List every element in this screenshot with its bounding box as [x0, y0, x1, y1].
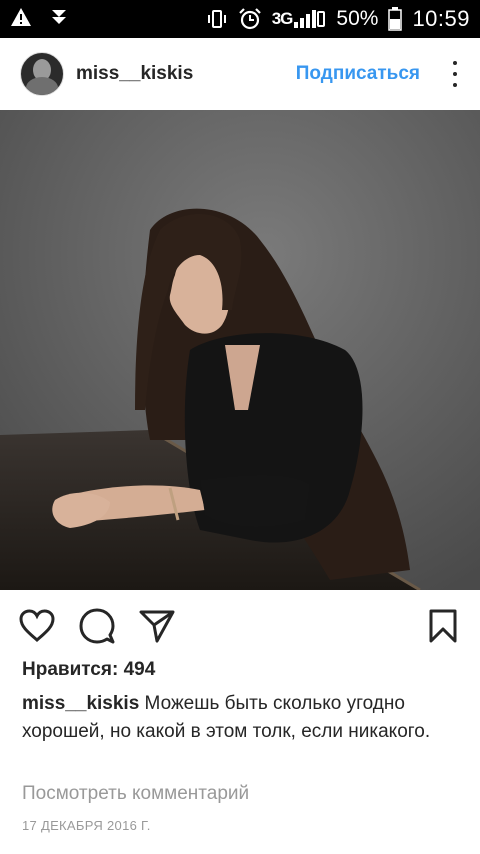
more-dot	[453, 61, 457, 65]
status-bar-right: 3G 50% 10:59	[206, 6, 470, 32]
likes-count[interactable]: Нравится: 494	[22, 659, 155, 681]
follow-button[interactable]: Подписаться	[296, 63, 420, 85]
battery-icon	[388, 7, 403, 31]
signal-icon: 3G	[272, 8, 327, 30]
post-photo[interactable]	[0, 110, 480, 590]
post-date: 17 ДЕКАБРЯ 2016 Г.	[22, 818, 151, 833]
status-bar-left	[10, 7, 68, 32]
post-caption: miss__kiskis Можешь быть сколько угодно …	[22, 690, 462, 746]
more-dot	[453, 72, 457, 76]
more-dot	[453, 83, 457, 87]
comment-icon[interactable]	[78, 607, 116, 645]
post-username[interactable]: miss__kiskis	[76, 63, 193, 85]
caption-username[interactable]: miss__kiskis	[22, 693, 139, 714]
status-time: 10:59	[412, 6, 470, 31]
view-comments-link[interactable]: Посмотреть комментарий	[22, 783, 249, 805]
post-photo-image	[0, 110, 480, 590]
post-header: miss__kiskis Подписаться	[0, 38, 480, 110]
share-icon[interactable]	[138, 607, 176, 645]
network-type: 3G	[271, 9, 294, 28]
vibrate-icon	[206, 8, 228, 30]
more-options-icon[interactable]	[450, 61, 460, 87]
battery-percent: 50%	[336, 7, 379, 30]
avatar[interactable]	[20, 52, 64, 96]
alarm-icon	[238, 8, 262, 30]
heart-icon[interactable]	[18, 607, 56, 645]
post-actions	[0, 598, 480, 654]
warning-icon	[10, 7, 32, 32]
status-bar: 3G 50% 10:59	[0, 0, 480, 38]
bookmark-icon[interactable]	[424, 607, 462, 645]
download-icon	[50, 7, 68, 32]
